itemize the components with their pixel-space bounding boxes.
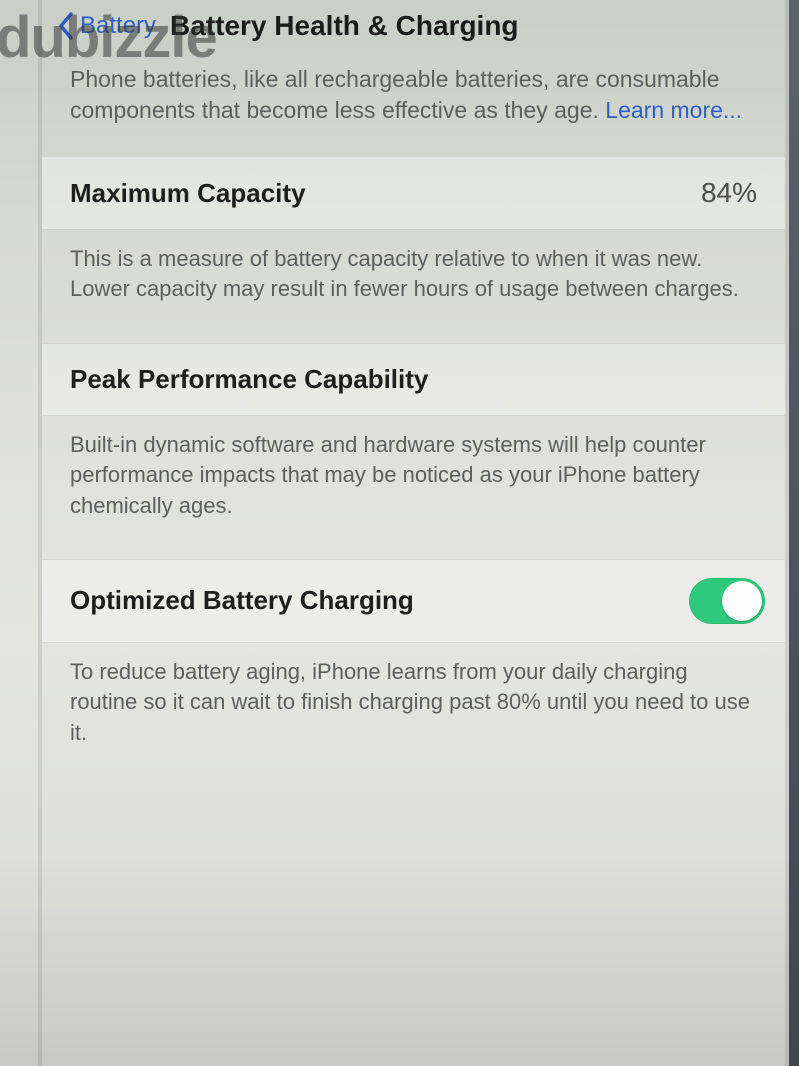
optimized-charging-note: To reduce battery aging, iPhone learns f…: [42, 643, 785, 786]
peak-performance-row[interactable]: Peak Performance Capability: [42, 343, 785, 416]
peak-performance-note: Built-in dynamic software and hardware s…: [42, 416, 785, 559]
intro-note: Phone batteries, like all rechargeable b…: [42, 56, 785, 156]
phone-frame: Battery Battery Health & Charging Phone …: [38, 0, 789, 1066]
settings-screen: Battery Battery Health & Charging Phone …: [42, 0, 785, 786]
chevron-left-icon[interactable]: [56, 11, 76, 41]
peak-performance-label: Peak Performance Capability: [70, 364, 428, 394]
nav-bar: Battery Battery Health & Charging: [42, 4, 785, 56]
maximum-capacity-row[interactable]: Maximum Capacity 84%: [42, 156, 785, 230]
device-bezel-right: [789, 0, 799, 1066]
maximum-capacity-note: This is a measure of battery capacity re…: [42, 230, 785, 343]
optimized-charging-row: Optimized Battery Charging: [42, 559, 785, 643]
maximum-capacity-value: 84%: [701, 177, 757, 209]
maximum-capacity-label: Maximum Capacity: [70, 178, 306, 209]
toggle-knob: [722, 581, 762, 621]
page-title: Battery Health & Charging: [170, 10, 519, 42]
back-button[interactable]: Battery: [80, 12, 156, 40]
optimized-charging-label: Optimized Battery Charging: [70, 585, 414, 616]
optimized-charging-toggle[interactable]: [689, 578, 765, 624]
learn-more-link[interactable]: Learn more...: [605, 97, 742, 123]
